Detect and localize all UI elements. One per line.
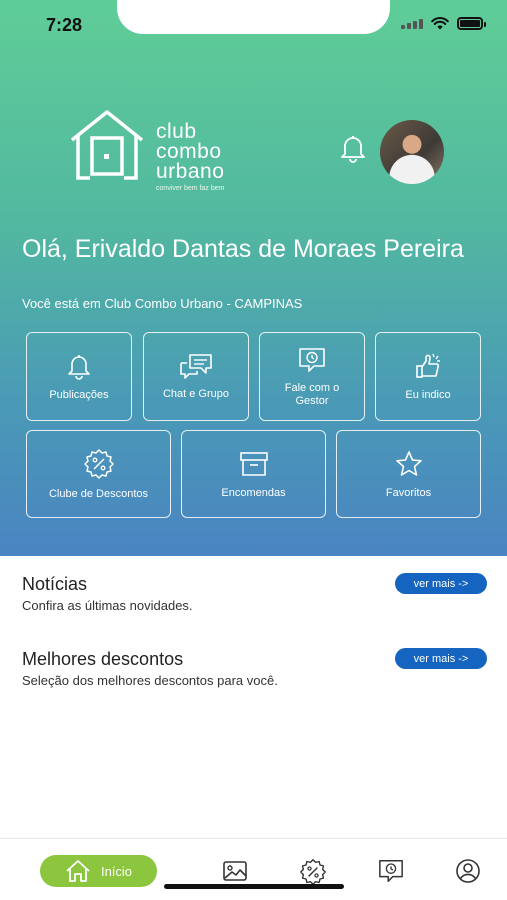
chat-icon: [180, 354, 212, 379]
menu-tile-label: Fale com o Gestor: [284, 381, 340, 407]
profile-icon: [456, 859, 480, 883]
discount-badge-icon: [300, 859, 326, 885]
location-text: Você está em Club Combo Urbano - CAMPINA…: [22, 296, 303, 311]
discount-badge-icon: [83, 448, 114, 479]
menu-tile-chat-grupo[interactable]: Chat e Grupo: [143, 332, 249, 421]
news-subtitle: Confira as últimas novidades.: [22, 598, 193, 613]
menu-tile-encomendas[interactable]: Encomendas: [181, 430, 326, 518]
menu-tile-label: Clube de Descontos: [48, 487, 149, 500]
greeting-title: Olá, Erivaldo Dantas de Moraes Pereira: [22, 235, 464, 263]
wifi-icon: [431, 17, 449, 30]
tab-inicio[interactable]: Início: [40, 855, 157, 887]
bell-icon: [68, 355, 90, 380]
menu-tile-label: Favoritos: [385, 486, 432, 499]
tab-profile[interactable]: [455, 858, 481, 884]
menu-tile-fale-gestor[interactable]: Fale com o Gestor: [259, 332, 365, 421]
tab-gallery[interactable]: [222, 858, 248, 884]
discounts-see-more-button[interactable]: ver mais ->: [395, 648, 487, 669]
logo-tagline: conviver bem faz bem: [156, 185, 225, 192]
tab-inicio-label: Início: [100, 863, 133, 879]
status-icons: [401, 17, 486, 30]
menu-tile-label: Eu indico: [405, 389, 451, 401]
house-logo-icon: [70, 110, 144, 180]
clock-message-icon: [299, 347, 325, 372]
device-notch: [117, 0, 390, 34]
club-combo-urbano-logo: club combo urbano conviver bem faz bem: [68, 108, 224, 192]
logo-word-urbano: urbano: [156, 160, 225, 183]
cellular-signal-icon: [401, 18, 423, 29]
status-time: 7:28: [46, 15, 83, 35]
logo-word-combo: combo: [156, 140, 222, 163]
menu-tile-label: Chat e Grupo: [162, 388, 230, 400]
star-icon: [395, 450, 422, 476]
discounts-subtitle: Seleção dos melhores descontos para você…: [22, 673, 278, 688]
bottom-tab-bar: Início: [0, 838, 507, 900]
message-clock-icon: [379, 860, 403, 882]
news-see-more-button[interactable]: ver mais ->: [395, 573, 487, 594]
home-icon: [66, 860, 90, 882]
notifications-button[interactable]: [336, 131, 370, 165]
menu-tile-label: Publicações: [49, 389, 109, 401]
user-avatar[interactable]: [380, 120, 444, 184]
thumbs-up-icon: [416, 353, 440, 378]
menu-tile-eu-indico[interactable]: Eu indico: [375, 332, 481, 421]
logo-word-club: club: [156, 120, 197, 143]
menu-tile-favoritos[interactable]: Favoritos: [336, 430, 481, 518]
package-box-icon: [239, 451, 268, 476]
hero-header: 7:28 club combo urbano conviver bem faz …: [0, 0, 507, 556]
menu-tile-clube-descontos[interactable]: Clube de Descontos: [26, 430, 171, 518]
tab-messages[interactable]: [377, 858, 403, 884]
menu-tile-publicacoes[interactable]: Publicações: [26, 332, 132, 421]
gallery-icon: [223, 861, 247, 881]
battery-icon: [457, 17, 486, 30]
menu-tile-label: Encomendas: [221, 486, 286, 499]
tab-discounts[interactable]: [299, 858, 326, 885]
bell-icon: [341, 136, 365, 163]
home-indicator: [164, 884, 344, 889]
